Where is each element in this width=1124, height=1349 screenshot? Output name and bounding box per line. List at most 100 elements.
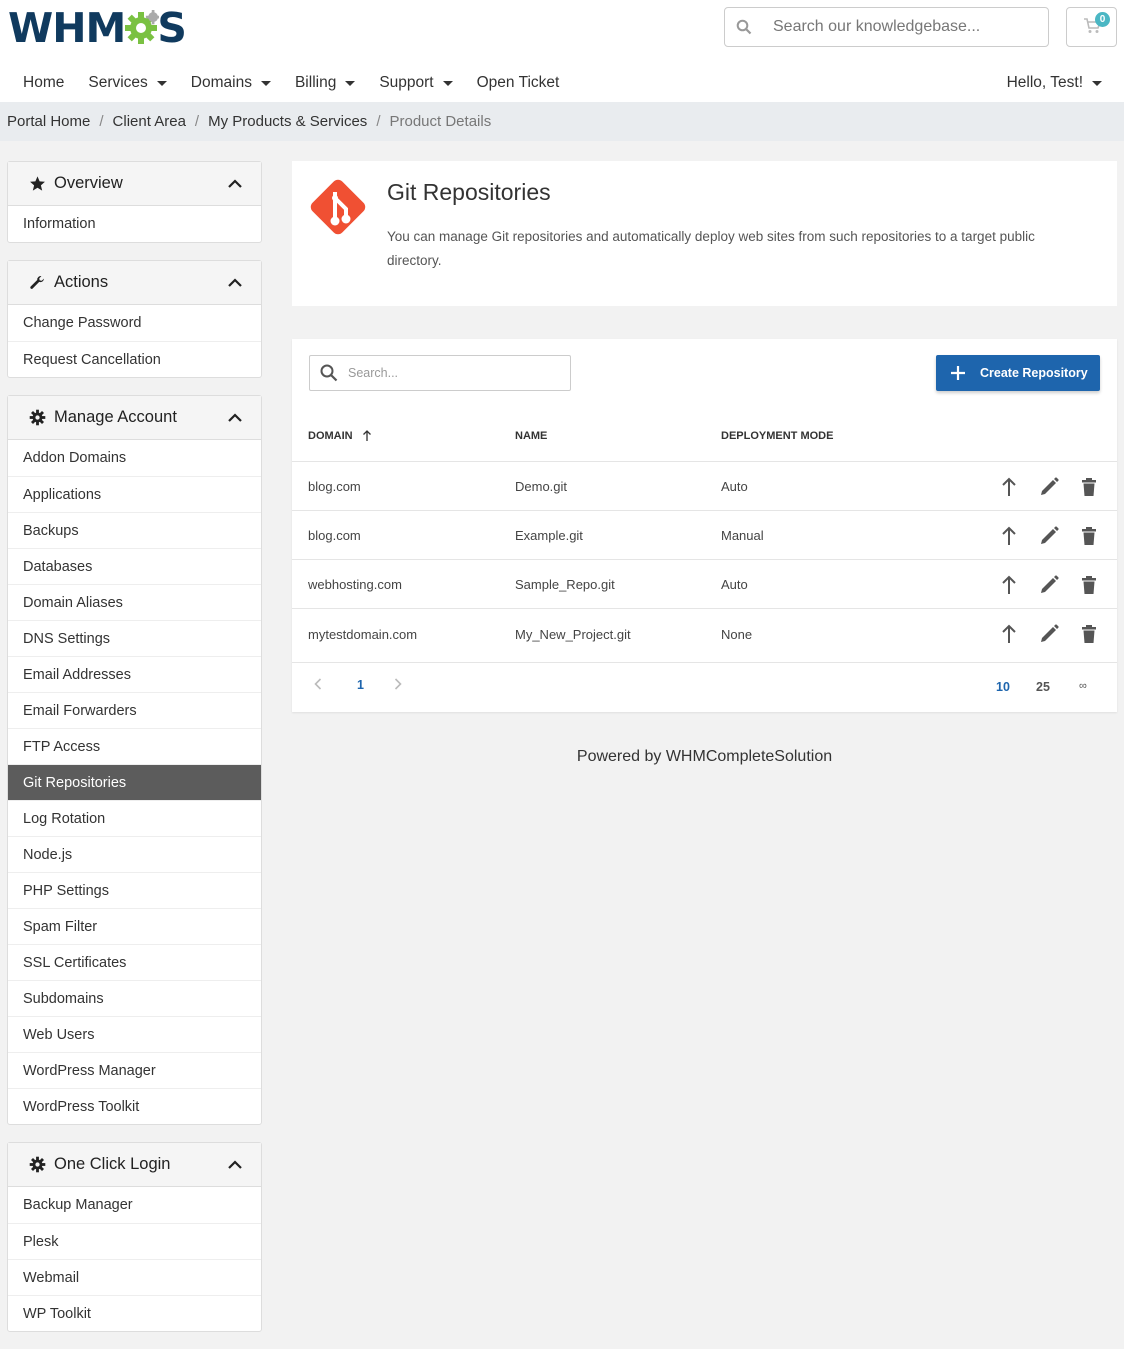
chevron-up-icon[interactable] [227, 275, 243, 291]
column-label: NAME [515, 430, 548, 442]
column-header-domain[interactable]: DOMAIN [308, 430, 372, 442]
sidebar-item-wordpress-toolkit[interactable]: WordPress Toolkit [8, 1088, 261, 1124]
sidebar-item-addon-domains[interactable]: Addon Domains [8, 440, 261, 476]
sidebar-item-log-rotation[interactable]: Log Rotation [8, 800, 261, 836]
sidebar-item-applications[interactable]: Applications [8, 476, 261, 512]
git-logo-icon [305, 174, 371, 243]
panel-overview: Overview Information [7, 161, 262, 243]
panel-manage-account: Manage Account Addon Domains Applications… [7, 395, 262, 1125]
nav-label: Domains [190, 74, 252, 91]
page-size-10[interactable]: 10 [996, 680, 1010, 694]
table-search[interactable] [309, 355, 571, 391]
nav-home[interactable]: Home [11, 74, 76, 92]
cell-name: My_New_Project.git [515, 626, 631, 642]
sidebar-item-backups[interactable]: Backups [8, 512, 261, 548]
sidebar-item-ssl-certificates[interactable]: SSL Certificates [8, 944, 261, 980]
row-actions [999, 609, 1099, 659]
sidebar-item-webmail[interactable]: Webmail [8, 1259, 261, 1295]
sidebar-item-wp-toolkit[interactable]: WP Toolkit [8, 1295, 261, 1331]
sidebar-item-wordpress-manager[interactable]: WordPress Manager [8, 1052, 261, 1088]
delete-trash-icon[interactable] [1079, 575, 1099, 595]
create-repository-button[interactable]: Create Repository [936, 355, 1100, 391]
deploy-arrow-up-icon[interactable] [999, 477, 1019, 497]
sidebar-item-email-forwarders[interactable]: Email Forwarders [8, 692, 261, 728]
panel-manage-account-header[interactable]: Manage Account [8, 396, 261, 440]
sidebar-item-php-settings[interactable]: PHP Settings [8, 872, 261, 908]
edit-pencil-icon[interactable] [1039, 574, 1059, 595]
sidebar-item-ftp-access[interactable]: FTP Access [8, 728, 261, 764]
caret-down-icon [260, 80, 271, 86]
breadcrumb-separator: / [99, 113, 104, 130]
panel-overview-header[interactable]: Overview [8, 162, 261, 206]
edit-pencil-icon[interactable] [1039, 624, 1059, 644]
page-size-all[interactable]: ∞ [1079, 680, 1087, 692]
sidebar-item-node-js[interactable]: Node.js [8, 836, 261, 872]
cell-domain: blog.com [308, 528, 361, 543]
user-menu[interactable]: Hello, Test! [1007, 64, 1102, 102]
nav-label: Billing [294, 74, 337, 91]
table-search-input[interactable] [348, 366, 570, 380]
sidebar-item-git-repositories[interactable]: Git Repositories [8, 764, 261, 800]
chevron-up-icon[interactable] [227, 410, 243, 426]
sidebar-item-databases[interactable]: Databases [8, 548, 261, 584]
cart-button[interactable]: 0 [1066, 7, 1117, 47]
repositories-card: Create Repository DOMAIN NAME DEPLOYMENT… [292, 339, 1117, 712]
breadcrumb-separator: / [194, 113, 200, 130]
nav-billing[interactable]: Billing [283, 74, 367, 92]
page-size-25[interactable]: 25 [1036, 680, 1050, 694]
sidebar-item-request-cancellation[interactable]: Request Cancellation [8, 341, 261, 377]
column-header-deployment-mode[interactable]: DEPLOYMENT MODE [721, 430, 833, 442]
edit-pencil-icon[interactable] [1039, 525, 1059, 546]
pagination: 1 10 25 ∞ [292, 666, 1117, 706]
cell-deployment-mode: Auto [721, 479, 748, 494]
nav-domains[interactable]: Domains [179, 74, 283, 92]
chevron-up-icon[interactable] [227, 1157, 243, 1173]
sidebar-item-subdomains[interactable]: Subdomains [8, 980, 261, 1016]
sidebar: Overview Information Actions Change Pass… [7, 161, 262, 1349]
prev-page-icon[interactable] [314, 678, 322, 693]
nav-support[interactable]: Support [367, 74, 464, 92]
knowledgebase-search-input[interactable] [763, 18, 1048, 36]
delete-trash-icon[interactable] [1079, 526, 1099, 546]
table-row: mytestdomain.com My_New_Project.git None [292, 609, 1117, 663]
deploy-arrow-up-icon[interactable] [999, 526, 1019, 546]
deploy-arrow-up-icon[interactable] [999, 624, 1019, 644]
nav-services[interactable]: Services [76, 74, 178, 92]
panel-title: Manage Account [54, 408, 177, 426]
next-page-icon[interactable] [394, 678, 402, 693]
page-number[interactable]: 1 [357, 678, 364, 692]
delete-trash-icon[interactable] [1079, 477, 1099, 497]
sidebar-item-dns-settings[interactable]: DNS Settings [8, 620, 261, 656]
sidebar-item-backup-manager[interactable]: Backup Manager [8, 1187, 261, 1223]
breadcrumb-client-area[interactable]: Client Area [113, 113, 186, 130]
star-icon [28, 175, 46, 193]
cell-domain: mytestdomain.com [308, 626, 418, 642]
whmcs-logo[interactable]: WHM S [8, 6, 187, 50]
page-title: Git Repositories [387, 179, 551, 205]
panel-one-click-login-list: Backup Manager Plesk Webmail WP Toolkit [8, 1187, 261, 1331]
sidebar-item-spam-filter[interactable]: Spam Filter [8, 908, 261, 944]
row-actions [999, 511, 1099, 560]
sidebar-item-plesk[interactable]: Plesk [8, 1223, 261, 1259]
sidebar-item-domain-aliases[interactable]: Domain Aliases [8, 584, 261, 620]
main-nav: Home Services Domains Billing Support Op… [11, 64, 571, 102]
sidebar-item-email-addresses[interactable]: Email Addresses [8, 656, 261, 692]
deploy-arrow-up-icon[interactable] [999, 575, 1019, 595]
nav-open-ticket[interactable]: Open Ticket [465, 74, 572, 92]
sidebar-item-change-password[interactable]: Change Password [8, 305, 261, 341]
panel-actions-header[interactable]: Actions [8, 261, 261, 305]
column-header-name[interactable]: NAME [515, 430, 547, 442]
knowledgebase-search[interactable] [724, 7, 1049, 47]
gear-icon [28, 409, 46, 427]
delete-trash-icon[interactable] [1079, 624, 1099, 644]
edit-pencil-icon[interactable] [1039, 476, 1059, 497]
breadcrumb-portal-home[interactable]: Portal Home [7, 113, 90, 130]
breadcrumb-current: Product Details [389, 113, 492, 130]
panel-overview-list: Information [8, 206, 261, 242]
sidebar-item-information[interactable]: Information [8, 206, 261, 242]
breadcrumb-my-products[interactable]: My Products & Services [208, 113, 367, 130]
gear-icon [28, 1156, 46, 1174]
panel-one-click-login-header[interactable]: One Click Login [8, 1143, 261, 1187]
chevron-up-icon[interactable] [227, 176, 243, 192]
sidebar-item-web-users[interactable]: Web Users [8, 1016, 261, 1052]
